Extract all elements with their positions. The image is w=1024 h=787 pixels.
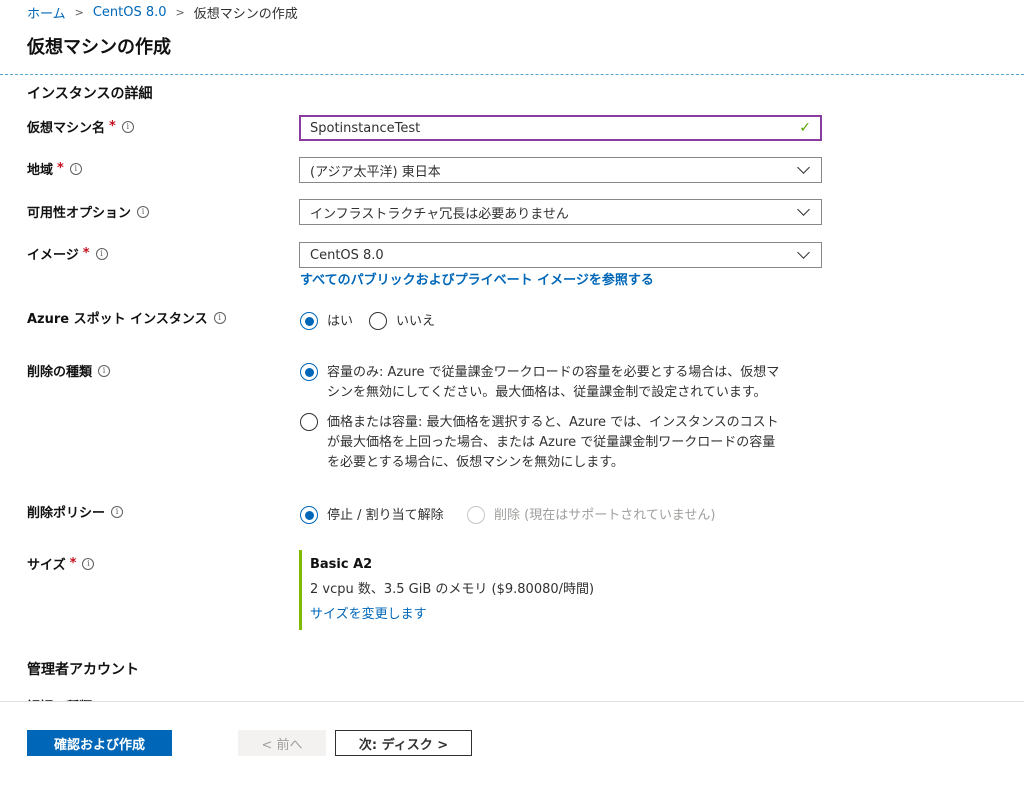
region-label: 地域 * i bbox=[27, 159, 82, 178]
info-icon[interactable]: i bbox=[95, 247, 108, 260]
eviction-policy-label: 削除ポリシー i bbox=[27, 502, 124, 521]
breadcrumb-current: 仮想マシンの作成 bbox=[193, 6, 298, 22]
required-marker: * bbox=[109, 119, 116, 134]
availability-label-text: 可用性オプション bbox=[27, 206, 132, 221]
browse-images-link[interactable]: すべてのパブリックおよびプライベート イメージを参照する bbox=[300, 269, 654, 288]
info-icon[interactable]: i bbox=[98, 364, 111, 377]
info-icon[interactable]: i bbox=[82, 557, 95, 570]
vm-name-label-text: 仮想マシン名 bbox=[27, 121, 106, 136]
eviction-capacity-option[interactable]: 容量のみ: Azure で従量課金ワークロードの容量を必要とする場合は、仮想マ … bbox=[300, 363, 779, 403]
info-icon[interactable]: i bbox=[121, 120, 134, 133]
eviction-price-line1: 価格または容量: 最大価格を選択すると、Azure では、インスタンスのコスト bbox=[327, 415, 779, 430]
eviction-price-option[interactable]: 価格または容量: 最大価格を選択すると、Azure では、インスタンスのコスト … bbox=[300, 413, 779, 473]
chevron-down-icon bbox=[797, 203, 810, 216]
vm-name-value[interactable]: SpotinstanceTest bbox=[310, 121, 799, 136]
radio-unselected-icon[interactable] bbox=[369, 312, 387, 330]
size-name: Basic A2 bbox=[310, 557, 373, 572]
breadcrumb-centos-link[interactable]: CentOS 8.0 bbox=[93, 5, 167, 20]
radio-unselected-icon[interactable] bbox=[300, 413, 318, 431]
eviction-price-line2: が最大価格を上回った場合、または Azure で従量課金制ワークロードの容量 bbox=[327, 435, 776, 450]
radio-selected-icon[interactable] bbox=[300, 363, 318, 381]
spot-label-text: Azure スポット インスタンス bbox=[27, 312, 208, 327]
availability-label: 可用性オプション i bbox=[27, 202, 150, 221]
vm-name-input[interactable]: SpotinstanceTest ✓ bbox=[299, 115, 822, 141]
eviction-price-line3: を必要とする場合に、仮想マシンを無効にします。 bbox=[327, 455, 624, 470]
eviction-capacity-line1: 容量のみ: Azure で従量課金ワークロードの容量を必要とする場合は、仮想マ bbox=[327, 365, 780, 380]
info-icon[interactable]: i bbox=[213, 311, 226, 324]
chevron-right-icon: > bbox=[74, 5, 84, 19]
chevron-down-icon bbox=[797, 161, 810, 174]
next-disks-button[interactable]: 次: ディスク > bbox=[335, 730, 472, 756]
image-label-text: イメージ bbox=[27, 248, 79, 263]
region-label-text: 地域 bbox=[27, 163, 54, 178]
info-icon[interactable]: i bbox=[111, 505, 124, 518]
review-create-button[interactable]: 確認および作成 bbox=[27, 730, 172, 756]
eviction-capacity-label: 容量のみ: Azure で従量課金ワークロードの容量を必要とする場合は、仮想マ … bbox=[327, 363, 779, 403]
instance-details-heading: インスタンスの詳細 bbox=[27, 86, 153, 102]
footer-bar: 確認および作成 < 前へ 次: ディスク > bbox=[0, 701, 1024, 787]
change-size-link[interactable]: サイズを変更します bbox=[310, 603, 594, 622]
previous-button: < 前へ bbox=[238, 730, 326, 756]
spot-yes-label: はい bbox=[327, 314, 354, 329]
size-summary: Basic A2 2 vcpu 数、3.5 GiB のメモリ ($9.80080… bbox=[299, 550, 594, 630]
eviction-capacity-line2: シンを無効にしてください。最大価格は、従量課金制で設定されています。 bbox=[327, 385, 767, 400]
spot-yes-option[interactable]: はい bbox=[300, 312, 353, 332]
spot-no-label: いいえ bbox=[396, 314, 436, 329]
info-icon[interactable]: i bbox=[137, 205, 150, 218]
policy-delete-option: 削除 (現在はサポートされていません) bbox=[467, 506, 716, 526]
policy-stop-label: 停止 / 割り当て解除 bbox=[327, 508, 444, 523]
required-marker: * bbox=[82, 246, 90, 261]
policy-delete-label: 削除 (現在はサポートされていません) bbox=[494, 508, 716, 523]
availability-value: インフラストラクチャ冗長は必要ありません bbox=[310, 206, 569, 222]
page-title: 仮想マシンの作成 bbox=[27, 37, 171, 58]
eviction-price-label: 価格または容量: 最大価格を選択すると、Azure では、インスタンスのコスト … bbox=[327, 413, 779, 473]
chevron-right-icon: > bbox=[175, 5, 185, 19]
section-divider bbox=[0, 74, 1024, 75]
spot-no-option[interactable]: いいえ bbox=[369, 312, 435, 332]
checkmark-icon: ✓ bbox=[799, 120, 811, 136]
size-label-text: サイズ bbox=[27, 558, 66, 573]
admin-account-heading: 管理者アカウント bbox=[27, 662, 139, 678]
radio-selected-icon[interactable] bbox=[300, 506, 318, 524]
region-value: (アジア太平洋) 東日本 bbox=[310, 164, 441, 180]
eviction-policy-label-text: 削除ポリシー bbox=[27, 506, 106, 521]
info-icon[interactable]: i bbox=[69, 162, 82, 175]
region-dropdown[interactable]: (アジア太平洋) 東日本 bbox=[299, 157, 822, 183]
breadcrumb: ホーム > CentOS 8.0 > 仮想マシンの作成 bbox=[27, 3, 298, 22]
availability-dropdown[interactable]: インフラストラクチャ冗長は必要ありません bbox=[299, 199, 822, 225]
image-label: イメージ * i bbox=[27, 244, 108, 263]
size-label: サイズ * i bbox=[27, 554, 95, 573]
required-marker: * bbox=[57, 161, 64, 176]
radio-disabled-icon bbox=[467, 506, 485, 524]
eviction-type-label: 削除の種類 i bbox=[27, 361, 111, 380]
required-marker: * bbox=[69, 556, 77, 571]
eviction-type-label-text: 削除の種類 bbox=[27, 365, 93, 380]
image-value: CentOS 8.0 bbox=[310, 247, 384, 263]
policy-stop-option[interactable]: 停止 / 割り当て解除 bbox=[300, 506, 444, 526]
breadcrumb-home-link[interactable]: ホーム bbox=[27, 3, 66, 22]
chevron-down-icon bbox=[797, 246, 810, 259]
image-dropdown[interactable]: CentOS 8.0 bbox=[299, 242, 822, 268]
vm-name-label: 仮想マシン名 * i bbox=[27, 117, 134, 136]
size-description: 2 vcpu 数、3.5 GiB のメモリ ($9.80080/時間) bbox=[310, 582, 595, 597]
radio-selected-icon[interactable] bbox=[300, 312, 318, 330]
spot-label: Azure スポット インスタンス i bbox=[27, 308, 226, 327]
